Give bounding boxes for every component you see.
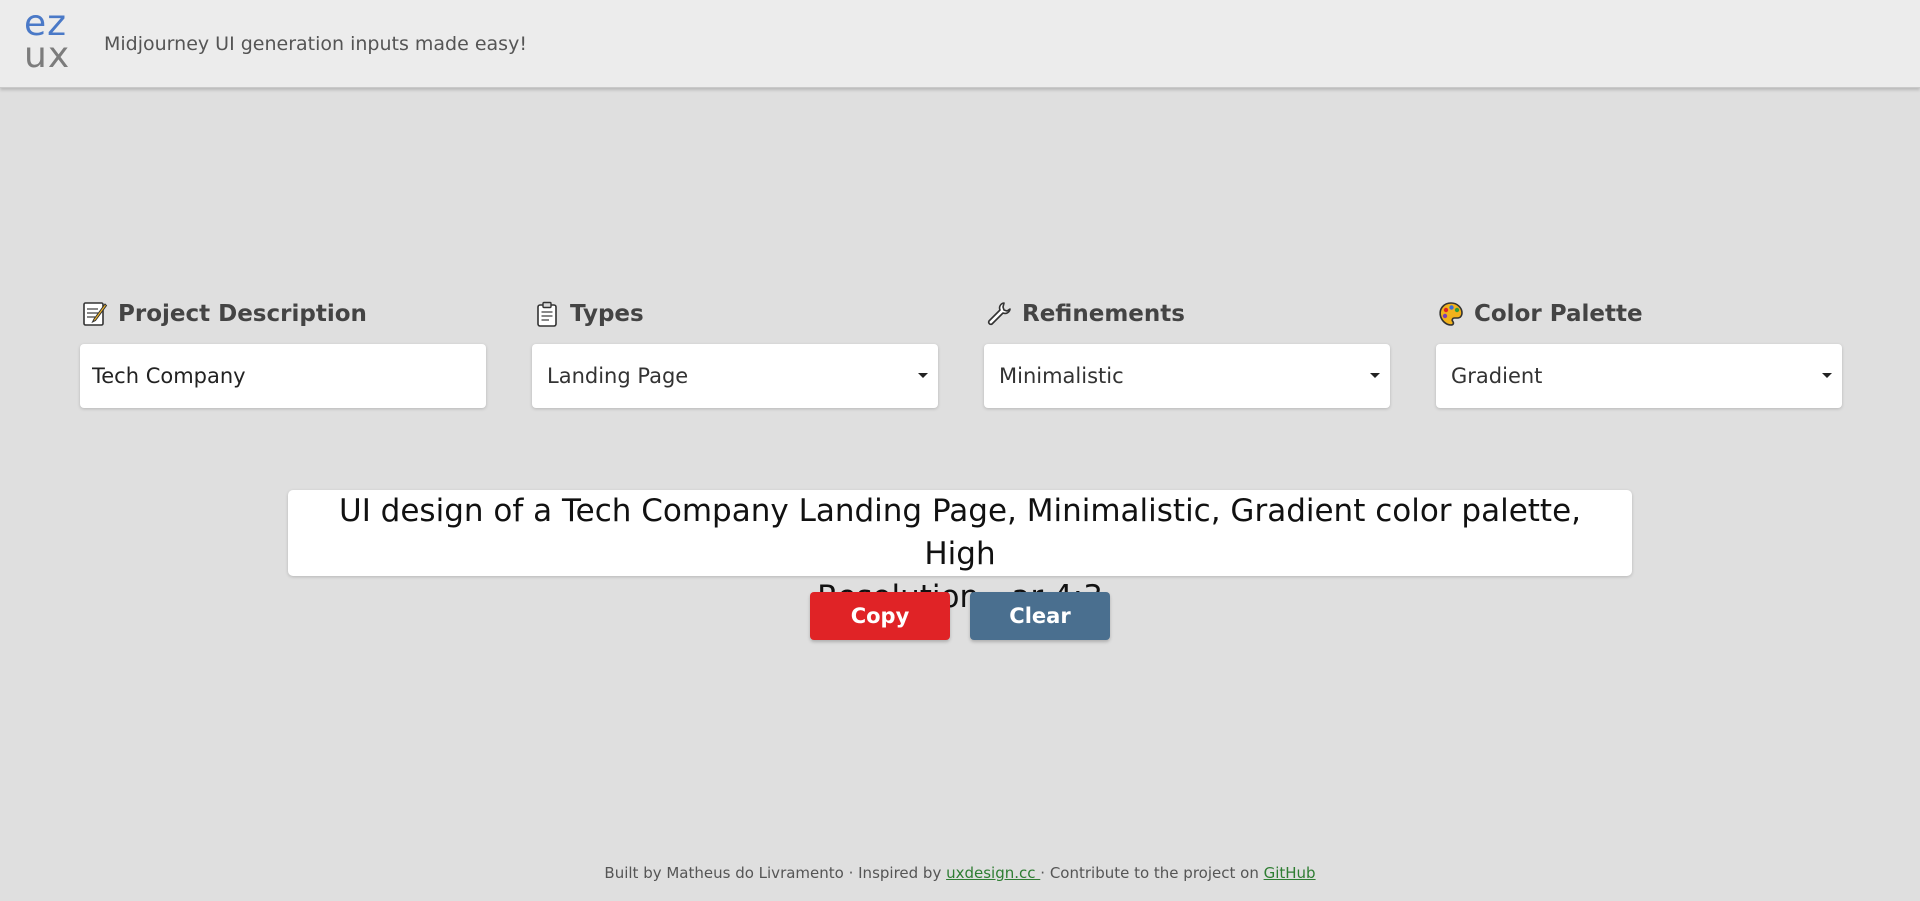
color-palette-select[interactable]: Gradient [1436,344,1842,408]
github-link[interactable]: GitHub [1264,864,1316,882]
footer: Built by Matheus do Livramento · Inspire… [0,864,1920,882]
clipboard-icon [532,299,562,329]
types-select[interactable]: Landing Page [532,344,938,408]
project-description-input[interactable] [80,344,486,408]
wrench-icon [984,299,1014,329]
footer-contribute-text: · Contribute to the project on [1040,864,1264,882]
types-label: Types [532,297,938,331]
clear-button[interactable]: Clear [970,592,1110,640]
footer-credit-text: Built by Matheus do Livramento · Inspire… [604,864,947,882]
chevron-down-icon [1822,373,1832,378]
refinements-label-text: Refinements [1022,301,1185,327]
color-palette-group: Color Palette Gradient [1436,297,1842,408]
types-group: Types Landing Page [532,297,938,408]
project-description-label: Project Description [80,297,486,331]
ezux-logo[interactable]: ez ux [24,6,72,76]
tagline: Midjourney UI generation inputs made eas… [104,33,527,55]
memo-icon [80,299,110,329]
generated-prompt-line-1: UI design of a Tech Company Landing Page… [339,493,1581,572]
chevron-down-icon [1370,373,1380,378]
types-selected-value: Landing Page [547,364,689,388]
palette-icon [1436,299,1466,329]
project-description-field[interactable] [80,344,486,408]
project-description-label-text: Project Description [118,301,367,327]
refinements-group: Refinements Minimalistic [984,297,1390,408]
project-description-group: Project Description [80,297,486,408]
uxdesign-link[interactable]: uxdesign.cc [946,864,1040,882]
chevron-down-icon [918,373,928,378]
refinements-select[interactable]: Minimalistic [984,344,1390,408]
types-label-text: Types [570,301,644,327]
app-header: ez ux Midjourney UI generation inputs ma… [0,0,1920,88]
refinements-label: Refinements [984,297,1390,331]
generated-prompt-output[interactable]: UI design of a Tech Company Landing Page… [288,490,1632,615]
generated-prompt-line-2: Resolution --ar 4:3 [817,579,1103,615]
color-palette-label: Color Palette [1436,297,1842,331]
logo-bottom-text: ux [24,35,71,76]
color-palette-label-text: Color Palette [1474,301,1643,327]
copy-button[interactable]: Copy [810,592,950,640]
refinements-selected-value: Minimalistic [999,364,1124,388]
color-palette-selected-value: Gradient [1451,364,1543,388]
